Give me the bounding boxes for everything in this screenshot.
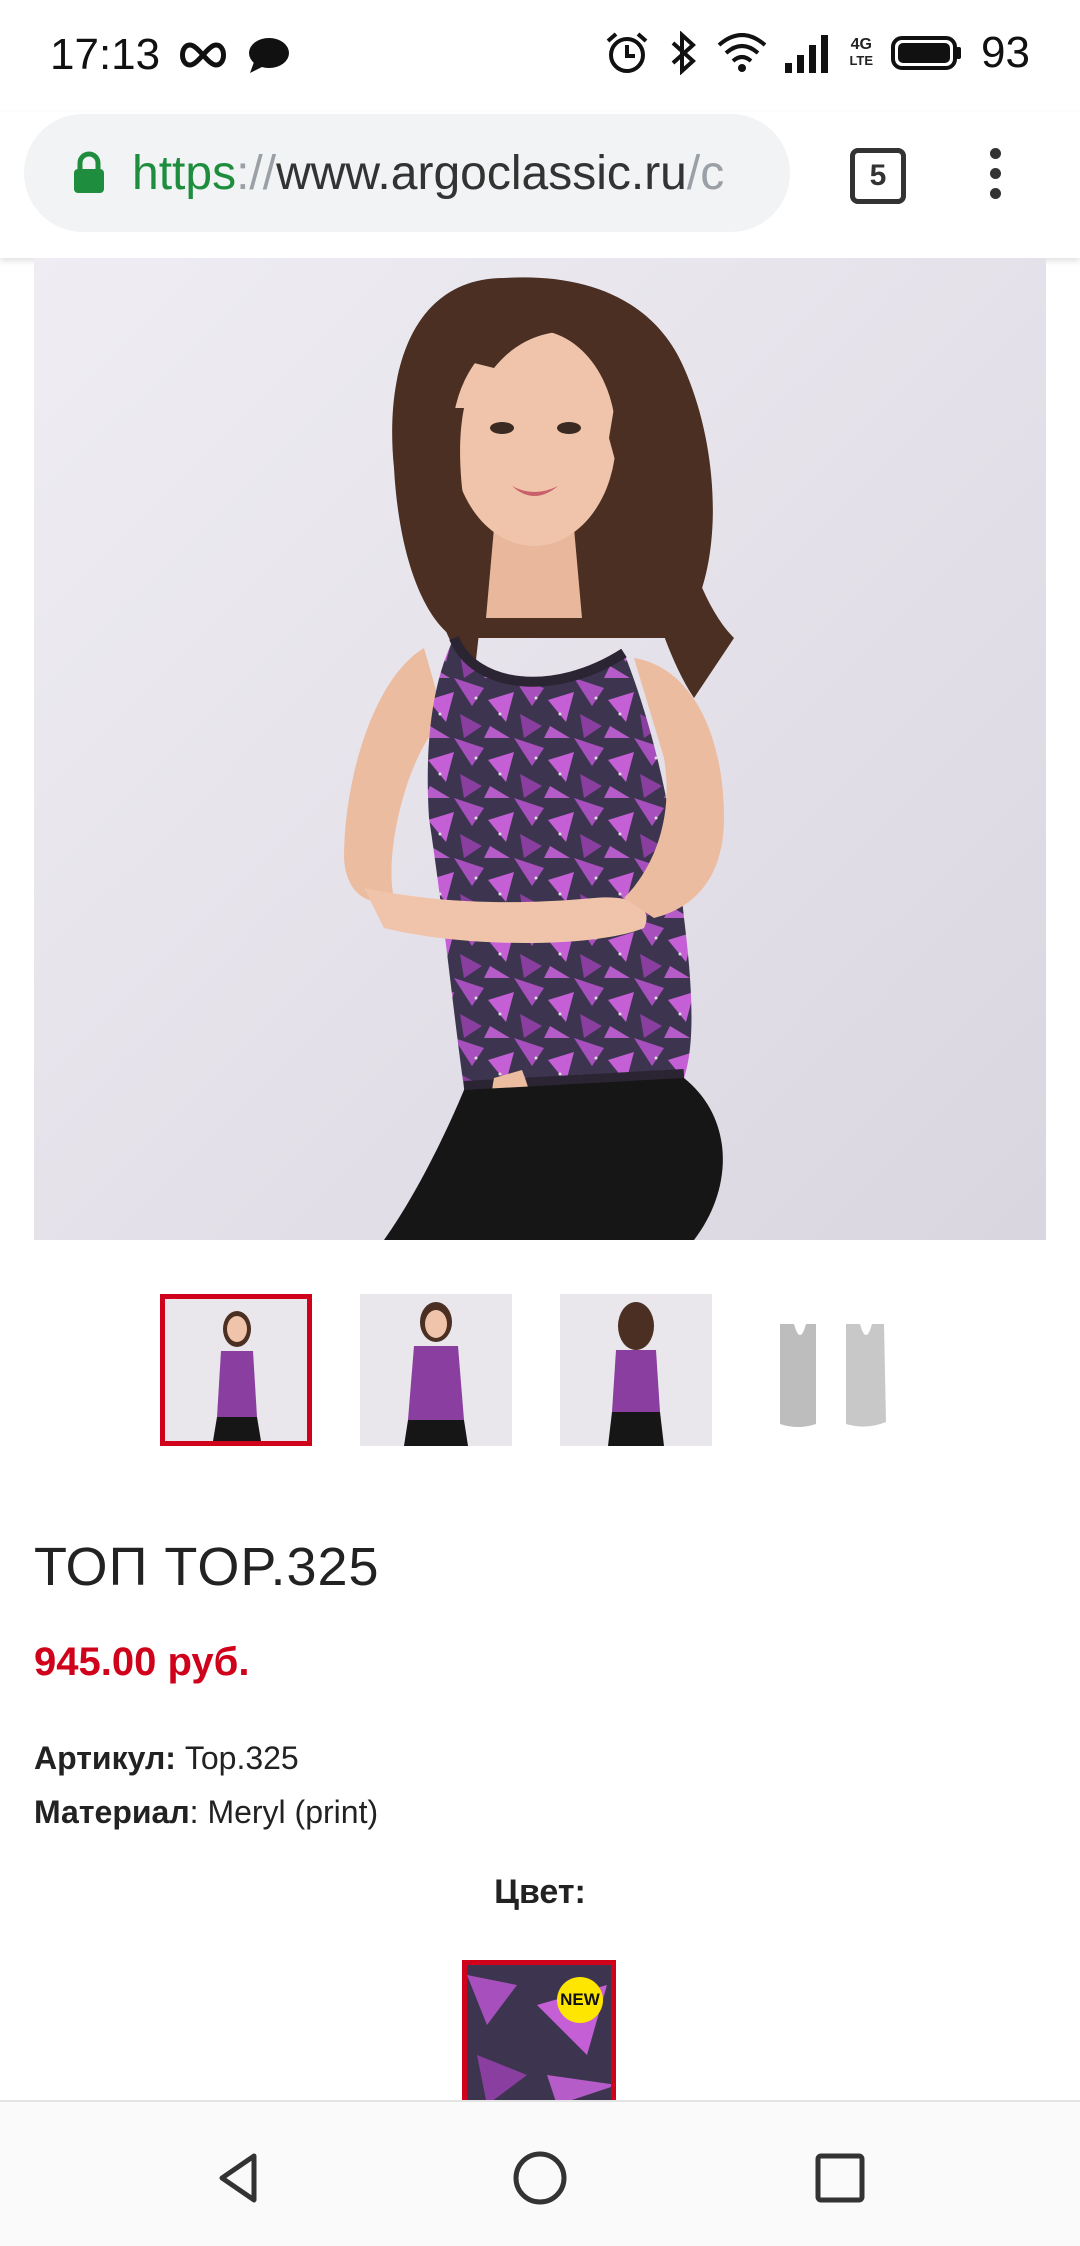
battery-icon [891, 36, 962, 70]
model-photo-illustration [344, 277, 734, 1240]
bluetooth-icon [672, 31, 697, 75]
article-row: Артикул: Top.325 [34, 1740, 299, 1777]
browser-toolbar: https://www.argoclassic.ru/c 5 [0, 112, 1080, 258]
new-badge: NEW [557, 1977, 603, 2023]
alarm-icon [607, 32, 648, 73]
product-title: ТОП TOP.325 [34, 1537, 380, 1597]
signal-icon [785, 35, 829, 73]
status-time: 17:13 [50, 30, 161, 79]
chat-icon [249, 38, 289, 73]
product-price: 945.00 руб. [34, 1640, 250, 1684]
network-type-label: 4G [850, 36, 872, 53]
thumbnail-2[interactable] [360, 1294, 512, 1446]
material-label: Материал [34, 1794, 190, 1830]
url-host: www.argoclassic.ru [276, 146, 687, 200]
article-label: Артикул: [34, 1740, 176, 1776]
infinity-icon [180, 42, 226, 68]
url-path: /c [686, 146, 725, 200]
url-text: https://www.argoclassic.ru/c [132, 146, 724, 201]
wifi-icon [718, 33, 767, 72]
thumbnail-4[interactable] [760, 1294, 912, 1446]
network-lte-label: LTE [849, 53, 874, 68]
article-value: Top.325 [175, 1740, 299, 1776]
url-separator: :// [236, 146, 277, 200]
lock-icon [74, 151, 104, 193]
system-navigation-bar [0, 2100, 1080, 2246]
4g-lte-icon: 4G LTE [849, 37, 873, 69]
back-icon[interactable] [210, 2148, 270, 2208]
url-scheme: https [132, 146, 237, 200]
tab-switcher-button[interactable]: 5 [850, 148, 906, 204]
thumbnail-3[interactable] [560, 1294, 712, 1446]
product-main-image[interactable] [34, 258, 1046, 1240]
color-swatch-selected[interactable]: NEW [462, 1960, 616, 2100]
battery-level: 93 [981, 28, 1030, 77]
address-bar[interactable]: https://www.argoclassic.ru/c [24, 114, 790, 232]
home-icon[interactable] [510, 2148, 570, 2208]
status-bar: 17:13 4G LTE 93 [0, 0, 1080, 112]
thumbnail-1[interactable] [160, 1294, 312, 1446]
menu-more-icon[interactable] [985, 148, 1005, 208]
material-value: : Meryl (print) [189, 1794, 379, 1830]
thumbnail-strip [160, 1294, 912, 1446]
color-label: Цвет: [494, 1873, 586, 1911]
recents-icon[interactable] [810, 2148, 870, 2208]
material-row: Материал: Meryl (print) [34, 1794, 378, 1831]
